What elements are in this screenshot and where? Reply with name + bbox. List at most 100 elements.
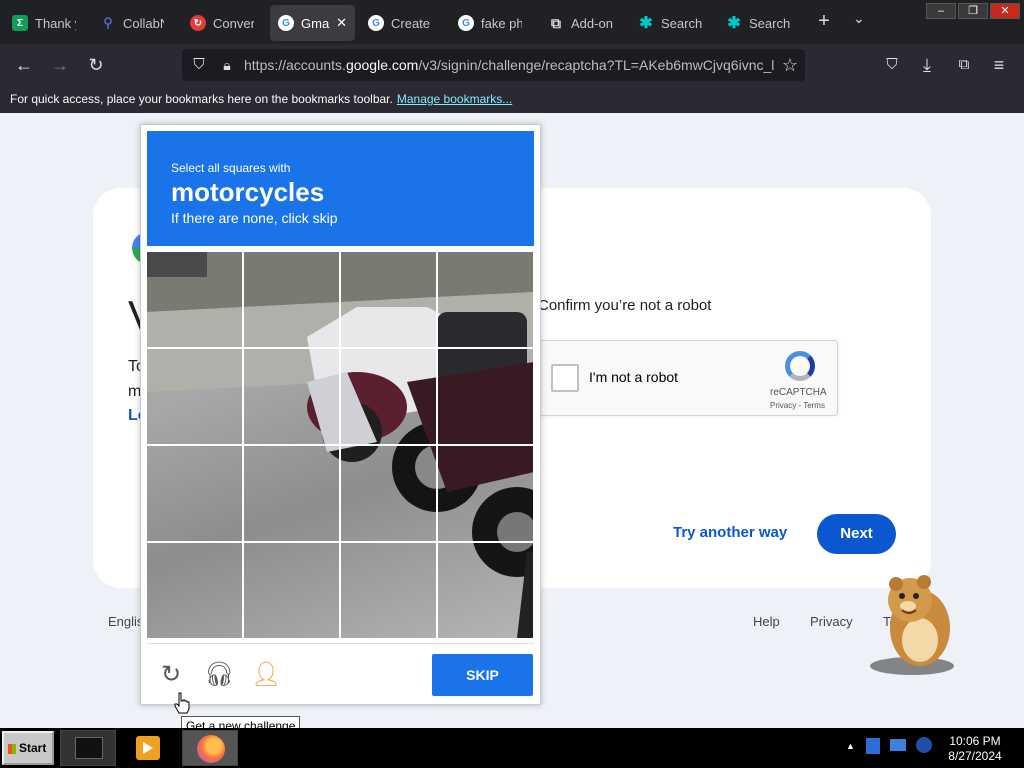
tray-expand-icon[interactable]: ▲ <box>846 741 855 751</box>
divider <box>147 643 534 644</box>
volume-icon[interactable] <box>916 737 932 753</box>
grid-cell-4[interactable] <box>436 252 534 349</box>
challenge-image-grid <box>147 252 534 638</box>
challenge-instruction: Select all squares with <box>171 161 291 175</box>
google-icon: G <box>278 15 294 31</box>
tab-fake-phone[interactable]: G fake pho <box>450 5 530 41</box>
back-arrow-icon[interactable]: ← <box>13 54 35 76</box>
grid-cell-1[interactable] <box>147 252 244 349</box>
grid-cell-10[interactable] <box>242 444 341 543</box>
url-bar[interactable]: ⛉ 🔒︎ https://accounts.google.com/v3/sign… <box>182 49 805 81</box>
reload-icon[interactable]: ↻ <box>85 54 107 76</box>
taskbar-app-firefox[interactable] <box>182 730 238 766</box>
forward-arrow-icon[interactable]: → <box>49 54 71 76</box>
grid-cell-6[interactable] <box>242 347 341 446</box>
restore-icon[interactable]: ❐ <box>958 3 988 19</box>
challenge-header: Select all squares with motorcycles If t… <box>147 131 534 246</box>
menu-icon[interactable]: ≡ <box>988 54 1010 76</box>
challenge-subtext: If there are none, click skip <box>171 210 338 226</box>
info-person-check-icon[interactable]: 👤︎ <box>251 661 281 689</box>
try-another-way-button[interactable]: Try another way <box>673 524 787 541</box>
asterisk-icon: ✱ <box>727 15 741 32</box>
google-icon: G <box>368 15 384 31</box>
tab-title: CollabN <box>123 15 164 31</box>
tab-search-1[interactable]: ✱ Search r <box>630 5 710 41</box>
grid-cell-16[interactable] <box>436 541 534 638</box>
taskbar-clock[interactable]: 10:06 PM 8/27/2024 <box>940 734 1010 764</box>
bookmarks-hint: For quick access, place your bookmarks h… <box>10 92 393 106</box>
hand-cursor-icon <box>174 692 190 714</box>
grid-cell-14[interactable] <box>242 541 341 638</box>
asterisk-icon: ✱ <box>639 15 653 32</box>
recaptcha-checkbox[interactable] <box>551 364 579 392</box>
recaptcha-terms-link[interactable]: Privacy - Terms <box>770 401 825 410</box>
taskbar: Start ▲ 10:06 PM 8/27/2024 <box>0 728 1024 768</box>
new-tab-plus-icon[interactable]: + <box>812 10 836 33</box>
chevron-down-icon[interactable]: ⌄ <box>853 10 865 27</box>
minimize-icon[interactable]: – <box>926 3 956 19</box>
pocket-icon[interactable]: ⛉ <box>881 54 903 76</box>
tab-title: Convert <box>213 15 254 31</box>
grid-cell-12[interactable] <box>436 444 534 543</box>
recaptcha-label: I'm not a robot <box>589 369 679 385</box>
grid-cell-2[interactable] <box>242 252 341 349</box>
grid-cell-5[interactable] <box>147 347 244 446</box>
recaptcha-brand: reCAPTCHA <box>770 387 827 398</box>
sheets-icon: Σ <box>12 15 28 31</box>
tab-title: Search r <box>661 15 702 31</box>
download-icon[interactable]: ⤓ <box>916 54 938 76</box>
challenge-target-object: motorcycles <box>171 177 325 207</box>
bookmark-star-icon[interactable]: ☆ <box>779 54 801 76</box>
tray-app-icon[interactable] <box>866 738 880 754</box>
reload-challenge-icon[interactable]: ↻ <box>157 661 185 689</box>
taskbar-app-terminal[interactable] <box>60 730 116 766</box>
grid-cell-3[interactable] <box>339 252 438 349</box>
hamster-desktop-pet-icon <box>870 575 954 675</box>
network-icon[interactable] <box>890 739 906 751</box>
windows-flag-icon <box>8 743 16 754</box>
skip-button[interactable]: SKIP <box>432 654 533 696</box>
taskbar-app-media[interactable] <box>120 730 176 766</box>
recaptcha-challenge-dialog: Select all squares with motorcycles If t… <box>140 124 541 705</box>
tab-title: Gmail <box>301 15 330 31</box>
start-button[interactable]: Start <box>2 731 54 765</box>
close-window-icon[interactable]: ✕ <box>990 3 1020 19</box>
grid-cell-7[interactable] <box>339 347 438 446</box>
tab-title: Add-on <box>571 15 613 31</box>
headphones-icon[interactable]: 🎧︎ <box>204 661 234 689</box>
tab-gmail[interactable]: G Gmail ✕ <box>270 5 355 41</box>
tab-add-ons[interactable]: ⧉ Add-on <box>540 5 622 41</box>
tab-create[interactable]: G Create y <box>360 5 440 41</box>
grid-cell-9[interactable] <box>147 444 244 543</box>
next-button[interactable]: Next <box>817 514 896 554</box>
tab-collabn[interactable]: ⚲ CollabN <box>92 5 172 41</box>
tab-title: fake pho <box>481 15 522 31</box>
clock-time: 10:06 PM <box>949 734 1001 748</box>
close-icon[interactable]: ✕ <box>336 15 347 31</box>
tab-thank-you[interactable]: Σ Thank y <box>4 5 84 41</box>
extensions-icon[interactable]: ⧉ <box>953 54 975 76</box>
tab-convert[interactable]: ↻ Convert <box>182 5 262 41</box>
lock-icon[interactable]: 🔒︎ <box>216 54 238 76</box>
recaptcha-logo-icon <box>785 351 815 381</box>
grid-cell-8[interactable] <box>436 347 534 446</box>
help-link[interactable]: Help <box>753 614 780 629</box>
manage-bookmarks-link[interactable]: Manage bookmarks... <box>397 92 512 106</box>
shield-icon[interactable]: ⛉ <box>188 54 210 76</box>
grid-cell-11[interactable] <box>339 444 438 543</box>
google-icon: G <box>458 15 474 31</box>
navigation-toolbar: ← → ↻ ⛉ 🔒︎ https://accounts.google.com/v… <box>0 44 1024 86</box>
grid-cell-15[interactable] <box>339 541 438 638</box>
privacy-link[interactable]: Privacy <box>810 614 853 629</box>
tab-strip: Σ Thank y ⚲ CollabN ↻ Convert G Gmail ✕ … <box>0 0 1024 44</box>
tab-title: Thank y <box>35 15 76 31</box>
grid-cell-13[interactable] <box>147 541 244 638</box>
url-text: https://accounts.google.com/v3/signin/ch… <box>244 57 774 73</box>
refresh-icon: ↻ <box>190 15 206 31</box>
tab-search-2[interactable]: ✱ Search n <box>718 5 798 41</box>
tab-title: Create y <box>391 15 432 31</box>
bookmarks-toolbar: For quick access, place your bookmarks h… <box>0 86 1024 113</box>
language-selector[interactable]: Englis <box>108 614 143 629</box>
search-icon: ⚲ <box>103 15 113 30</box>
clock-date: 8/27/2024 <box>948 749 1002 763</box>
